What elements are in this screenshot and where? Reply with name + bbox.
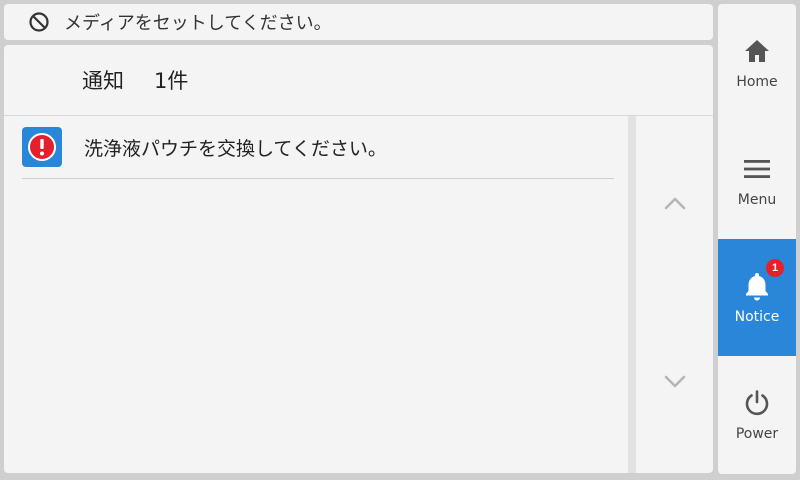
screen: メディアをセットしてください。 通知 1件 洗浄液パウチを交換してください。 H…	[0, 0, 800, 480]
menu-label: Menu	[737, 191, 777, 208]
scroll-buttons	[636, 116, 713, 473]
notice-list: 洗浄液パウチを交換してください。	[4, 116, 626, 473]
chevron-down-icon	[663, 374, 687, 393]
page-title: 通知	[82, 69, 124, 93]
notice-label: Notice	[734, 308, 780, 325]
chevron-up-icon	[663, 195, 687, 214]
home-button[interactable]: Home	[718, 4, 796, 121]
hamburger-menu-icon	[742, 154, 772, 184]
home-icon	[742, 36, 772, 66]
notice-text: 洗浄液パウチを交換してください。	[84, 137, 387, 160]
notice-count: 1件	[154, 69, 189, 93]
error-exclamation-icon	[22, 127, 62, 167]
scroll-up-button[interactable]	[636, 174, 713, 234]
power-label: Power	[735, 425, 779, 442]
list-item[interactable]: 洗浄液パウチを交換してください。	[22, 116, 614, 179]
status-message: メディアをセットしてください。	[64, 13, 332, 34]
bell-icon: 1	[742, 258, 784, 301]
status-bar: メディアをセットしてください。	[4, 4, 713, 40]
home-label: Home	[736, 73, 778, 90]
power-button[interactable]: Power	[718, 356, 796, 473]
panel-header: 通知 1件	[4, 45, 713, 116]
power-icon	[742, 388, 772, 418]
no-media-icon	[28, 11, 50, 33]
notification-panel: 通知 1件 洗浄液パウチを交換してください。	[4, 45, 713, 473]
scrollbar-track[interactable]	[628, 116, 636, 473]
side-nav: Home Menu 1 Notice Power	[718, 4, 796, 474]
notification-badge: 1	[766, 258, 784, 277]
notice-button[interactable]: 1 Notice	[718, 239, 796, 356]
menu-button[interactable]: Menu	[718, 122, 796, 239]
scroll-down-button[interactable]	[636, 353, 713, 413]
